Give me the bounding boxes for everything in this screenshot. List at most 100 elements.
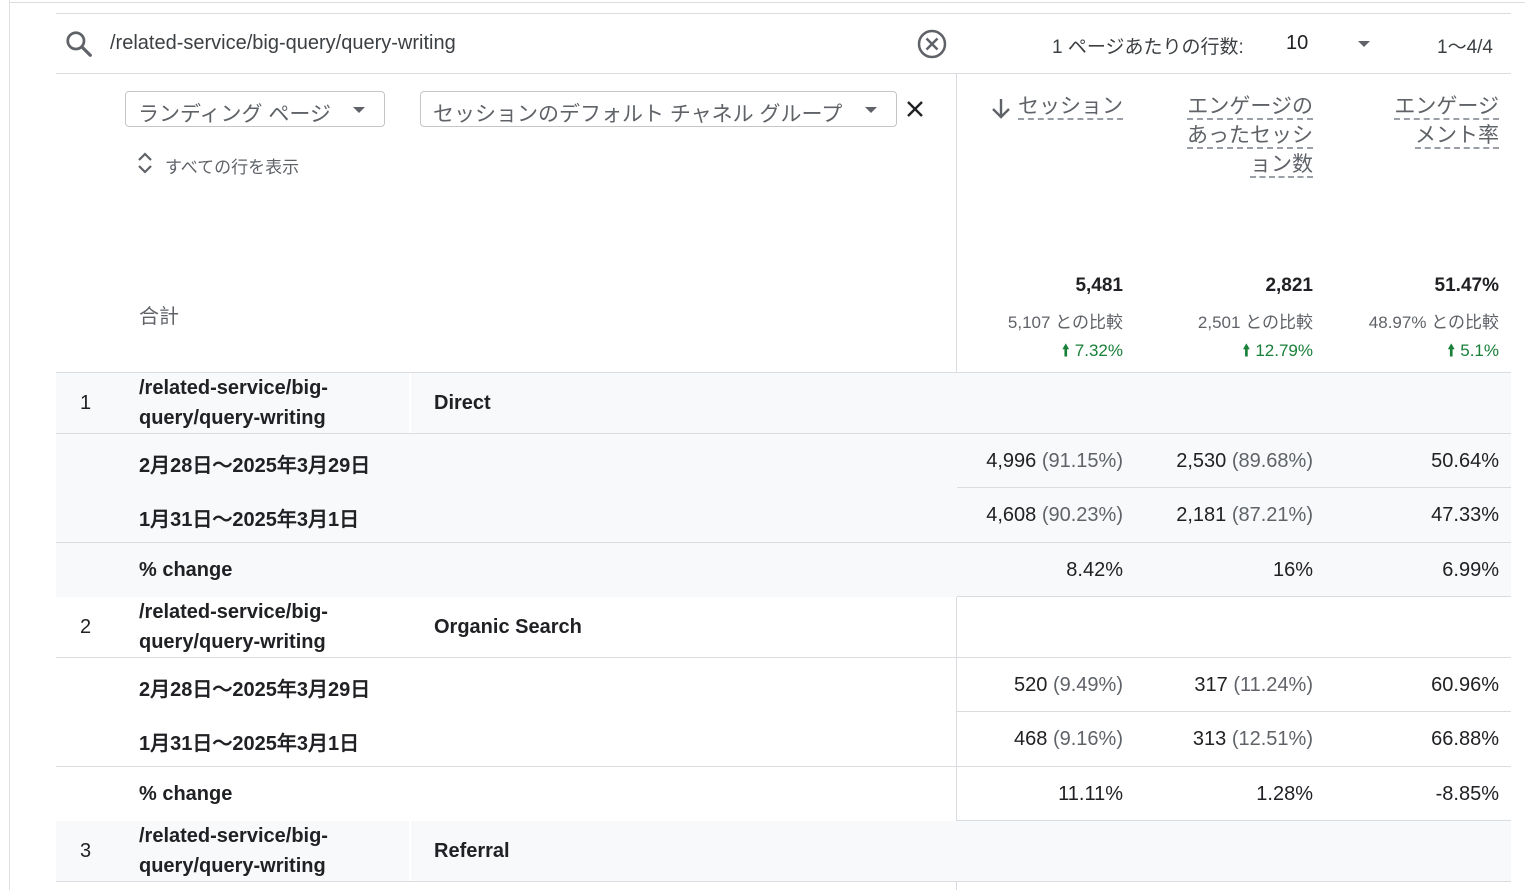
column-header-sessions-text: セッション: [1018, 95, 1123, 120]
search-bottom-border: [56, 73, 1511, 74]
primary-dimension-dropdown[interactable]: ランディング ページ: [125, 91, 385, 127]
landing-page-line2: query/query-writing: [139, 631, 326, 653]
row-divider: [56, 433, 1511, 434]
row-number: 2: [80, 616, 92, 638]
change-label: % change: [139, 783, 233, 805]
channel-cell[interactable]: Direct: [434, 392, 491, 415]
rows-per-page-select[interactable]: 10: [1286, 32, 1308, 55]
landing-page-cell[interactable]: /related-service/big- query/query-writin…: [139, 821, 369, 881]
period-label: 1月31日～2025年3月1日: [139, 509, 360, 531]
sessions-percent: (90.23%): [1041, 504, 1123, 526]
column-header-sessions[interactable]: セッション: [1018, 92, 1123, 121]
engaged-value: 2,181: [1176, 504, 1227, 526]
engaged-header-line3: ョン数: [1250, 153, 1313, 178]
landing-page-line1: /related-service/big-: [139, 377, 328, 399]
pagination-range: 1～4/4: [1437, 37, 1493, 58]
row-divider: [56, 766, 1511, 767]
engaged-change-cell: 1.28%: [1256, 783, 1313, 805]
search-icon[interactable]: [64, 29, 94, 59]
rate-cell: 66.88%: [1431, 728, 1499, 750]
engaged-value: 313: [1192, 728, 1227, 750]
rate-change-cell: -8.85%: [1435, 783, 1499, 805]
row-divider: [957, 596, 1511, 597]
landing-page-line2: query/query-writing: [139, 855, 326, 877]
period-label: 2月28日～2025年3月29日: [139, 455, 371, 477]
period-label: 1月31日～2025年3月1日: [139, 733, 360, 755]
sessions-cell: 4,608 (90.23%): [986, 504, 1123, 527]
column-header-engaged-sessions[interactable]: エンゲージの あったセッシ ョン数: [1187, 92, 1313, 179]
engaged-header-line2: あったセッシ: [1187, 124, 1313, 149]
channel-cell[interactable]: Organic Search: [434, 616, 582, 639]
total-engaged-change-value: 12.79%: [1255, 341, 1313, 360]
sessions-value: 520: [1014, 674, 1048, 696]
total-rate-change: 🠙 5.1%: [1447, 338, 1499, 367]
primary-dimension-label: ランディング ページ: [138, 103, 331, 126]
engaged-percent: (89.68%): [1231, 450, 1313, 472]
sessions-value: 4,996: [986, 450, 1037, 472]
period-label: 2月28日～2025年3月29日: [139, 679, 371, 701]
secondary-dimension-dropdown[interactable]: セッションのデフォルト チャネル グループ: [420, 91, 897, 127]
total-rate-change-value: 5.1%: [1460, 341, 1499, 360]
top-divider: [10, 2, 1525, 3]
column-header-engagement-rate[interactable]: エンゲージ メント率: [1394, 92, 1499, 150]
remove-dimension-icon[interactable]: [906, 100, 924, 118]
rows-per-page-label: 1 ページあたりの行数:: [1052, 37, 1244, 58]
engaged-change-cell: 16%: [1272, 559, 1313, 581]
clear-search-icon[interactable]: [916, 28, 948, 60]
sessions-cell: 468 (9.16%): [1014, 728, 1123, 751]
engaged-cell: 313 (12.51%): [1193, 728, 1313, 751]
rows-per-page-dropdown-icon[interactable]: [1358, 41, 1370, 47]
total-engaged-change: 🠙 12.79%: [1242, 338, 1313, 367]
change-label: % change: [139, 559, 233, 581]
engaged-value: 317: [1194, 674, 1228, 696]
rate-change-cell: 6.99%: [1442, 559, 1499, 581]
row-divider: [56, 542, 1511, 543]
row-number: 3: [80, 840, 92, 862]
engaged-header-line1: エンゲージの: [1187, 95, 1313, 120]
engaged-cell: 317 (11.24%): [1194, 674, 1313, 697]
rate-cell: 47.33%: [1431, 504, 1499, 526]
search-input[interactable]: /related-service/big-query/query-writing: [110, 32, 456, 55]
engaged-value: 2,530: [1176, 450, 1227, 472]
sort-descending-icon[interactable]: [990, 97, 1012, 119]
show-all-rows-link[interactable]: すべての行を表示: [165, 153, 299, 178]
row-divider: [56, 657, 1511, 658]
row-divider: [957, 487, 1511, 488]
sessions-cell: 4,996 (91.15%): [986, 450, 1123, 473]
landing-page-line1: /related-service/big-: [139, 601, 328, 623]
sessions-change-cell: 11.11%: [1058, 783, 1123, 805]
chevron-down-icon: [865, 107, 877, 113]
total-sessions-change-value: 7.32%: [1074, 341, 1123, 360]
total-rate: 51.47%: [1434, 275, 1499, 296]
sessions-value: 468: [1014, 728, 1048, 750]
row-divider: [957, 711, 1511, 712]
engaged-percent: (12.51%): [1231, 728, 1313, 750]
total-rate-compare: 48.97% との比較: [1368, 313, 1499, 332]
landing-page-line2: query/query-writing: [139, 407, 326, 429]
secondary-dimension-label: セッションのデフォルト チャネル グループ: [433, 103, 843, 126]
sessions-cell: 520 (9.49%): [1014, 674, 1123, 697]
expand-rows-icon[interactable]: [137, 151, 153, 175]
rate-cell: 60.96%: [1431, 674, 1499, 696]
total-sessions-compare: 5,107 との比較: [1007, 313, 1123, 332]
engaged-cell: 2,530 (89.68%): [1176, 450, 1313, 473]
total-engaged: 2,821: [1265, 275, 1313, 296]
cell-gap: [409, 821, 411, 881]
landing-page-cell[interactable]: /related-service/big- query/query-writin…: [139, 373, 369, 433]
landing-page-cell[interactable]: /related-service/big- query/query-writin…: [139, 597, 369, 657]
sessions-percent: (91.15%): [1041, 450, 1123, 472]
chevron-down-icon: [353, 107, 365, 113]
rate-header-line1: エンゲージ: [1394, 95, 1499, 120]
cell-gap: [409, 373, 411, 433]
left-divider: [9, 0, 10, 890]
landing-page-line1: /related-service/big-: [139, 825, 328, 847]
up-arrow-icon: 🠙: [1242, 341, 1256, 360]
row-divider: [56, 881, 1511, 882]
totals-label: 合計: [139, 306, 179, 328]
channel-cell[interactable]: Referral: [434, 840, 510, 863]
engaged-percent: (87.21%): [1231, 504, 1313, 526]
sessions-percent: (9.16%): [1052, 728, 1123, 750]
total-engaged-compare: 2,501 との比較: [1197, 313, 1313, 332]
total-sessions-change: 🠙 7.32%: [1062, 338, 1123, 367]
row-number: 1: [80, 392, 92, 414]
